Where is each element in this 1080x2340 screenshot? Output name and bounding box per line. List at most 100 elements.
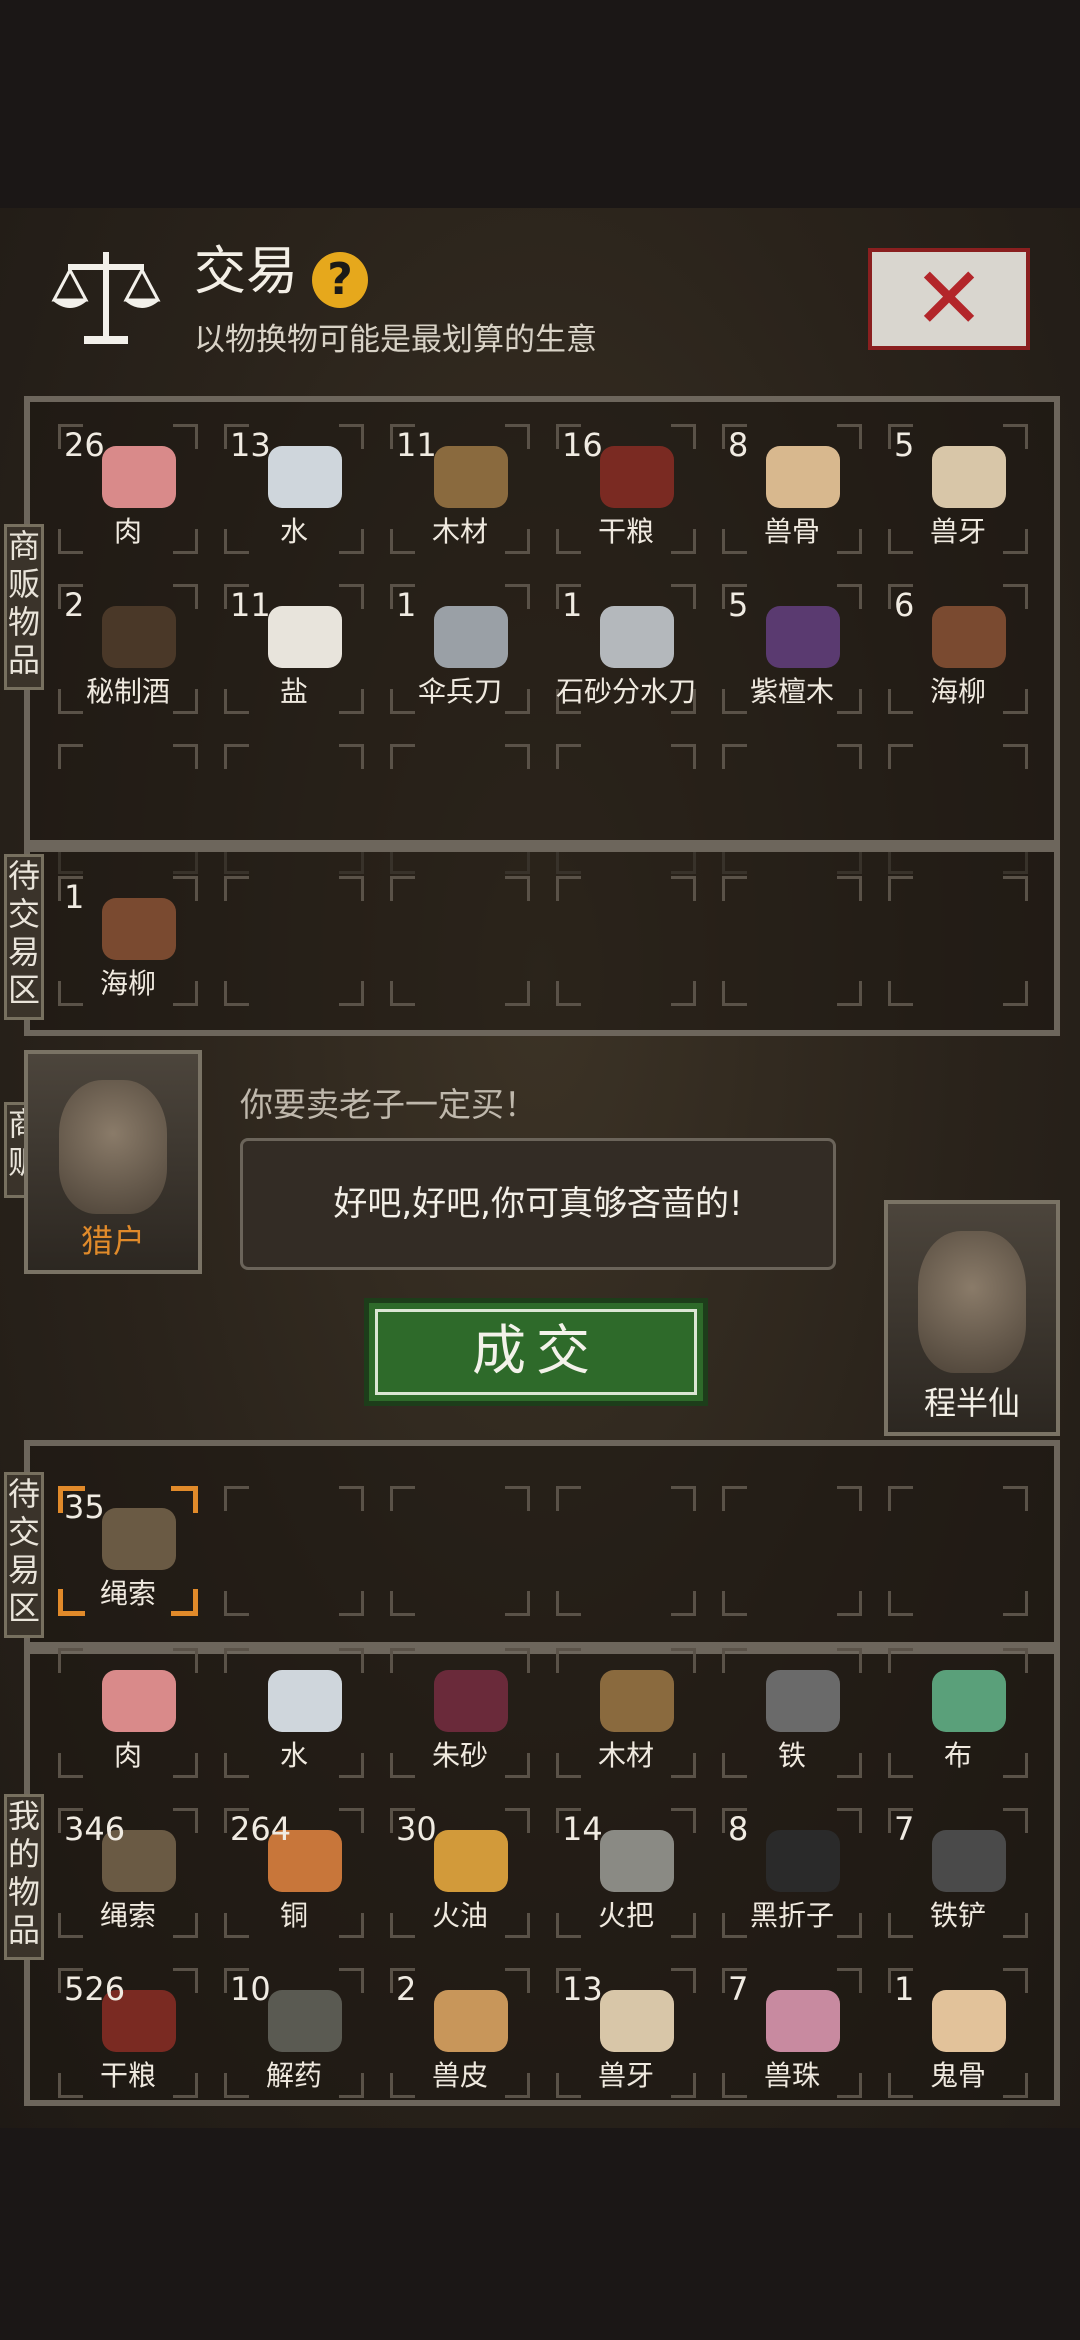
item-name: 紫檀木 xyxy=(749,675,834,708)
slot-corner xyxy=(173,424,198,449)
item-slot[interactable]: 35 绳索 xyxy=(58,1486,198,1616)
knife-icon xyxy=(434,606,508,668)
slot-corner xyxy=(671,424,696,449)
cinnabar-icon xyxy=(434,1670,508,1732)
reply-text: 好吧,好吧,你可真够吝啬的! xyxy=(333,1184,743,1224)
item-slot[interactable] xyxy=(556,1486,696,1616)
item-slot[interactable] xyxy=(722,1486,862,1616)
item-name: 水 xyxy=(279,1739,308,1772)
item-slot[interactable]: 6 海柳 xyxy=(888,584,1028,714)
my-trade-label: 待交易区 xyxy=(4,1472,44,1638)
item-slot[interactable]: 11 木材 xyxy=(390,424,530,554)
slot-corner xyxy=(390,981,415,1006)
slot-corner xyxy=(173,1648,198,1673)
item-count: 526 xyxy=(64,1970,126,2008)
slot-corner xyxy=(837,1591,862,1616)
slot-corner xyxy=(837,584,862,609)
item-count: 8 xyxy=(728,1810,749,1848)
slot-corner xyxy=(390,1648,415,1673)
item-slot[interactable] xyxy=(556,876,696,1006)
help-icon[interactable]: ? xyxy=(312,252,368,308)
item-name: 木材 xyxy=(597,1739,654,1772)
slot-corner xyxy=(339,981,364,1006)
fang-icon xyxy=(600,1990,674,2052)
oil-bottle-icon xyxy=(434,1830,508,1892)
slot-corner xyxy=(556,1648,581,1673)
item-slot[interactable]: 朱砂 xyxy=(390,1648,530,1778)
item-slot[interactable]: 16 干粮 xyxy=(556,424,696,554)
item-slot[interactable]: 1 海柳 xyxy=(58,876,198,1006)
slot-corner xyxy=(1003,1486,1028,1511)
item-count: 2 xyxy=(396,1970,417,2008)
item-name: 水 xyxy=(279,515,308,548)
meat-icon xyxy=(102,446,176,508)
item-slot[interactable]: 7 铁铲 xyxy=(888,1808,1028,1938)
bone-icon xyxy=(766,446,840,508)
item-count: 10 xyxy=(230,1970,271,2008)
item-slot[interactable]: 346 绳索 xyxy=(58,1808,198,1938)
item-name: 秘制酒 xyxy=(85,675,170,708)
item-slot[interactable] xyxy=(888,1486,1028,1616)
item-slot[interactable]: 木材 xyxy=(556,1648,696,1778)
slot-corner xyxy=(671,1648,696,1673)
item-slot[interactable]: 8 兽骨 xyxy=(722,424,862,554)
item-slot[interactable]: 264 铜 xyxy=(224,1808,364,1938)
item-slot[interactable] xyxy=(390,876,530,1006)
slot-corner xyxy=(1003,1648,1028,1673)
slot-corner xyxy=(505,584,530,609)
item-slot[interactable]: 10 解药 xyxy=(224,1968,364,2098)
slot-corner xyxy=(888,981,913,1006)
item-slot[interactable]: 1 鬼骨 xyxy=(888,1968,1028,2098)
cloth-icon xyxy=(932,1670,1006,1732)
item-slot[interactable]: 布 xyxy=(888,1648,1028,1778)
item-slot[interactable] xyxy=(390,1486,530,1616)
slot-corner xyxy=(1003,1808,1028,1833)
item-slot[interactable]: 5 兽牙 xyxy=(888,424,1028,554)
item-slot[interactable]: 11 盐 xyxy=(224,584,364,714)
player-avatar xyxy=(918,1231,1026,1373)
item-slot[interactable] xyxy=(224,876,364,1006)
item-slot[interactable]: 5 紫檀木 xyxy=(722,584,862,714)
item-slot[interactable] xyxy=(888,876,1028,1006)
item-count: 6 xyxy=(894,586,915,624)
item-count: 1 xyxy=(562,586,583,624)
item-slot[interactable]: 1 伞兵刀 xyxy=(390,584,530,714)
slot-corner xyxy=(339,1968,364,1993)
item-slot[interactable]: 526 干粮 xyxy=(58,1968,198,2098)
page-subtitle: 以物换物可能是最划算的生意 xyxy=(194,322,597,358)
item-name: 兽珠 xyxy=(763,2059,820,2092)
item-name: 干粮 xyxy=(99,2059,156,2092)
slot-corner xyxy=(671,1591,696,1616)
item-slot[interactable]: 14 火把 xyxy=(556,1808,696,1938)
item-slot[interactable]: 1 石砂分水刀 xyxy=(556,584,696,714)
fire-stick-icon xyxy=(766,1830,840,1892)
item-name: 绳索 xyxy=(99,1577,156,1610)
item-slot[interactable]: 8 黑折子 xyxy=(722,1808,862,1938)
item-count: 30 xyxy=(396,1810,437,1848)
item-slot[interactable]: 2 秘制酒 xyxy=(58,584,198,714)
item-slot[interactable]: 2 兽皮 xyxy=(390,1968,530,2098)
item-slot[interactable]: 30 火油 xyxy=(390,1808,530,1938)
item-slot[interactable]: 26 肉 xyxy=(58,424,198,554)
item-slot[interactable] xyxy=(722,876,862,1006)
slot-corner xyxy=(339,876,364,901)
item-name: 铜 xyxy=(279,1899,308,1932)
item-name: 干粮 xyxy=(597,515,654,548)
item-slot[interactable]: 13 兽牙 xyxy=(556,1968,696,2098)
item-count: 26 xyxy=(64,426,105,464)
item-count: 7 xyxy=(894,1810,915,1848)
driftwood-icon xyxy=(102,898,176,960)
item-slot[interactable]: 铁 xyxy=(722,1648,862,1778)
close-button[interactable]: ✕ xyxy=(868,248,1030,350)
slot-corner xyxy=(224,876,249,901)
deal-button[interactable]: 成交 xyxy=(364,1298,708,1406)
slot-corner xyxy=(888,1648,913,1673)
item-slot[interactable]: 13 水 xyxy=(224,424,364,554)
item-count: 35 xyxy=(64,1488,105,1526)
slot-corner xyxy=(339,424,364,449)
item-slot[interactable]: 水 xyxy=(224,1648,364,1778)
item-slot[interactable]: 肉 xyxy=(58,1648,198,1778)
item-slot[interactable] xyxy=(224,1486,364,1616)
slot-corner xyxy=(671,584,696,609)
item-slot[interactable]: 7 兽珠 xyxy=(722,1968,862,2098)
